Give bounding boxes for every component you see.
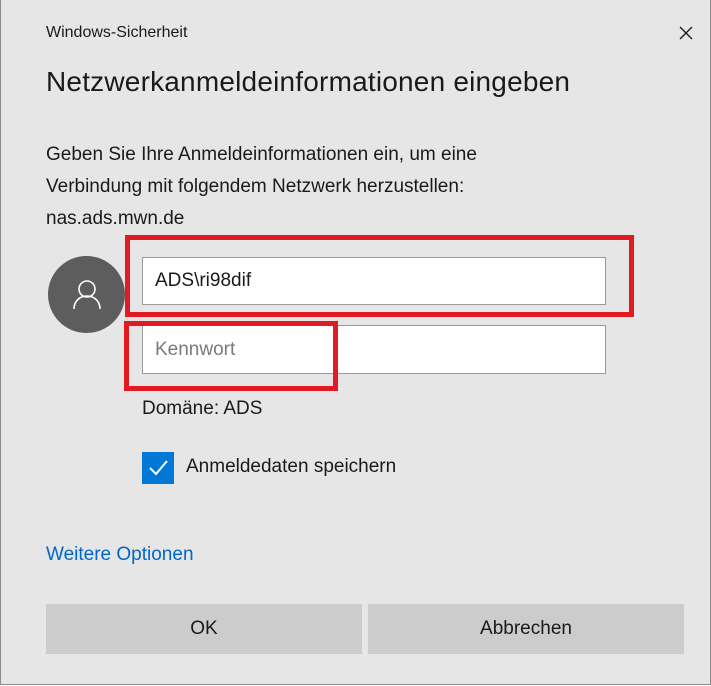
close-icon xyxy=(679,26,693,40)
description-line: Verbindung mit folgendem Netzwerk herzus… xyxy=(46,176,465,197)
username-field[interactable]: ADS\ri98dif xyxy=(142,257,606,305)
network-address: nas.ads.mwn.de xyxy=(46,208,185,229)
user-icon xyxy=(72,279,101,309)
description-line: Geben Sie Ihre Anmeldeinformationen ein,… xyxy=(46,144,477,165)
remember-checkbox-label[interactable]: Anmeldedaten speichern xyxy=(186,456,396,478)
ok-button[interactable]: OK xyxy=(46,604,362,654)
remember-checkbox[interactable] xyxy=(142,452,174,484)
dialog-heading: Netzwerkanmeldeinformationen eingeben xyxy=(46,66,571,97)
password-field[interactable]: Kennwort xyxy=(142,325,606,374)
domain-label: Domäne: ADS xyxy=(142,398,263,419)
cancel-button[interactable]: Abbrechen xyxy=(368,604,684,654)
avatar xyxy=(48,256,125,333)
dialog-description: Geben Sie Ihre Anmeldeinformationen ein,… xyxy=(46,139,666,235)
checkmark-icon xyxy=(149,460,168,476)
window-title: Windows-Sicherheit xyxy=(46,24,188,41)
more-options-link[interactable]: Weitere Optionen xyxy=(46,544,194,566)
close-button[interactable] xyxy=(671,18,701,48)
credential-dialog: Windows-Sicherheit Netzwerkanmeldeinform… xyxy=(0,0,711,685)
